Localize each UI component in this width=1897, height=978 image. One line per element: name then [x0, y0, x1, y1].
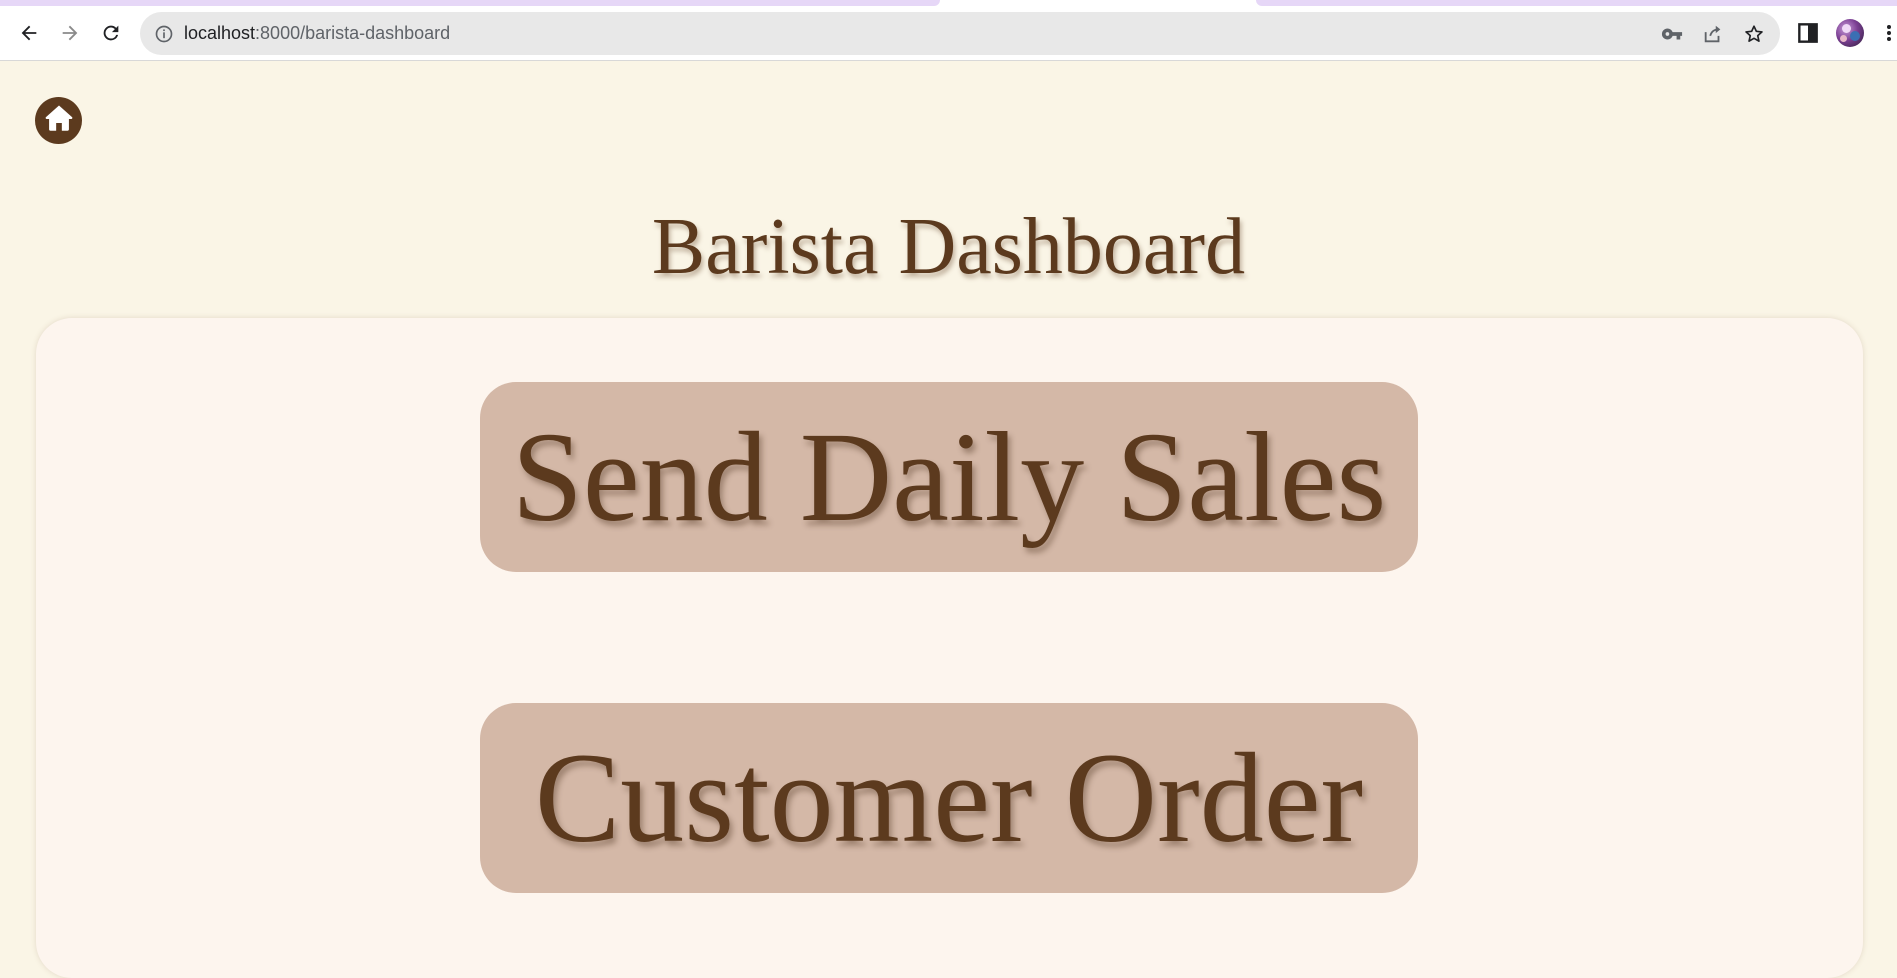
more-vert-icon[interactable] [1881, 20, 1897, 46]
address-bar[interactable]: localhost:8000/barista-dashboard [140, 12, 1780, 55]
reload-button[interactable] [96, 18, 126, 48]
home-button[interactable] [35, 97, 82, 144]
side-panel-icon[interactable] [1795, 20, 1821, 46]
back-arrow-icon [18, 22, 40, 44]
browser-toolbar: localhost:8000/barista-dashboard [0, 0, 1897, 61]
forward-button[interactable] [55, 18, 85, 48]
info-icon[interactable] [154, 24, 174, 44]
browser-tab[interactable] [1256, 0, 1897, 6]
url-host: localhost [184, 23, 256, 43]
star-icon[interactable] [1743, 23, 1765, 45]
home-icon [42, 101, 76, 140]
forward-arrow-icon [59, 22, 81, 44]
share-icon[interactable] [1702, 23, 1724, 45]
page-title: Barista Dashboard [651, 203, 1246, 291]
reload-icon [100, 22, 122, 44]
tab-strip [0, 0, 1897, 6]
key-icon[interactable] [1661, 23, 1683, 45]
customer-order-button[interactable]: Customer Order [480, 703, 1418, 893]
browser-tab[interactable] [0, 0, 940, 6]
send-daily-sales-button[interactable]: Send Daily Sales [480, 382, 1418, 572]
avatar[interactable] [1836, 19, 1864, 47]
back-button[interactable] [14, 18, 44, 48]
url-path: :8000/barista-dashboard [255, 23, 451, 43]
url-text[interactable]: localhost:8000/barista-dashboard [184, 12, 450, 55]
